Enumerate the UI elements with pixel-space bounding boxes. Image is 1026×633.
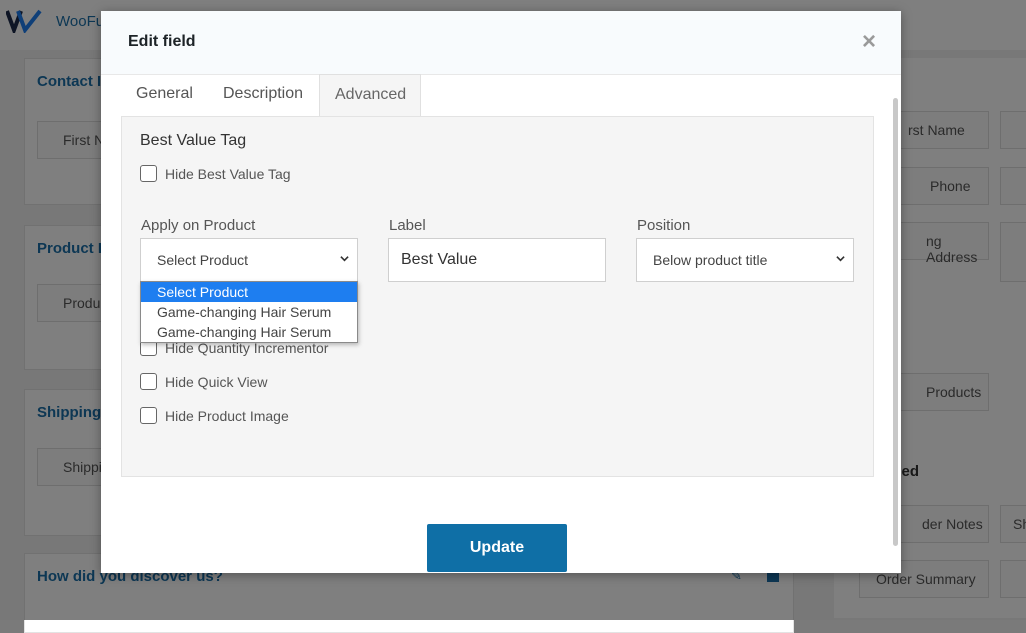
dropdown-option-hair-serum[interactable]: Game-changing Hair Serum [141, 322, 357, 342]
select-value: Select Product [157, 252, 249, 268]
apply-on-product-label: Apply on Product [141, 217, 256, 234]
update-button[interactable]: Update [427, 524, 567, 572]
checkbox-label: Hide Best Value Tag [165, 166, 291, 182]
dropdown-option-hair-serum[interactable]: Game-changing Hair Serum [141, 302, 357, 322]
dropdown-option-select-product[interactable]: Select Product [141, 282, 357, 302]
label-input[interactable]: Best Value [388, 238, 606, 282]
position-label: Position [637, 217, 691, 234]
select-value: Below product title [653, 252, 768, 268]
tab-general[interactable]: General [121, 74, 208, 116]
modal-title: Edit field [128, 33, 196, 50]
chevron-down-icon [340, 256, 349, 262]
tab-description[interactable]: Description [208, 74, 318, 116]
position-select[interactable]: Below product title [636, 238, 854, 282]
checkbox-label: Hide Quick View [165, 374, 268, 390]
checkbox-label: Hide Product Image [165, 408, 289, 424]
product-dropdown-list: Select Product Game-changing Hair Serum … [140, 281, 358, 343]
modal-scrollbar[interactable] [893, 98, 898, 546]
section-title: Best Value Tag [140, 132, 247, 149]
chevron-down-icon [836, 256, 845, 262]
hide-quick-view-checkbox[interactable] [140, 373, 157, 390]
tab-advanced[interactable]: Advanced [319, 74, 421, 117]
apply-on-product-select[interactable]: Select Product [140, 238, 358, 282]
hide-best-value-tag-checkbox[interactable] [140, 165, 157, 182]
hide-product-image-checkbox[interactable] [140, 407, 157, 424]
modal-header: Edit field × [101, 11, 901, 75]
label-field-label: Label [389, 217, 426, 234]
close-icon[interactable]: × [859, 30, 879, 54]
